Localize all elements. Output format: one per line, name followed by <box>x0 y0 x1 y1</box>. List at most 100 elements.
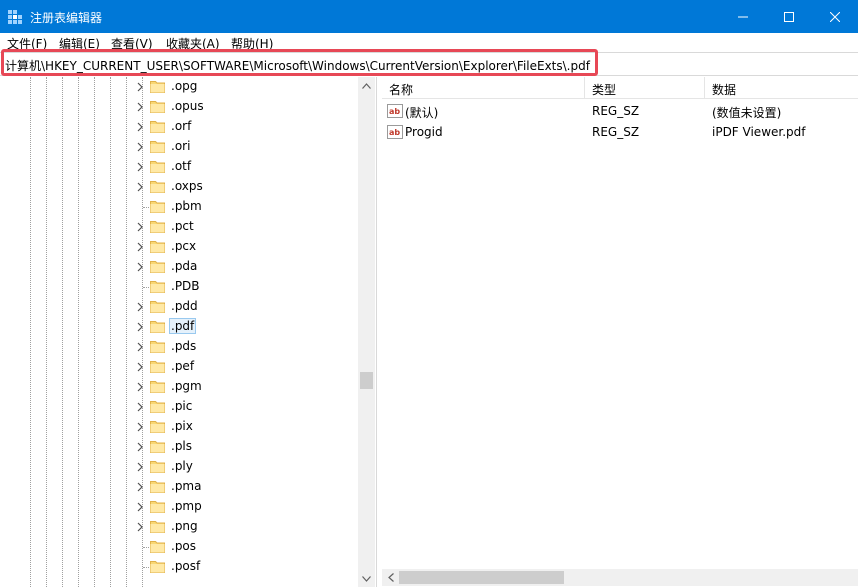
tree-item-label: .otf <box>171 159 192 173</box>
chevron-right-icon[interactable] <box>135 161 145 173</box>
tree-item[interactable]: .pma <box>0 477 358 497</box>
scroll-up-button[interactable] <box>358 77 375 94</box>
chevron-right-icon[interactable] <box>135 381 145 393</box>
tree-item[interactable]: .pls <box>0 437 358 457</box>
tree-item[interactable]: .orf <box>0 117 358 137</box>
values-header: 名称 类型 数据 <box>382 77 858 99</box>
chevron-right-icon[interactable] <box>135 101 145 113</box>
folder-icon <box>150 441 165 453</box>
tree-item[interactable]: .pbm <box>0 197 358 217</box>
scroll-left-button[interactable] <box>382 569 399 586</box>
tree-connector <box>143 287 149 288</box>
tree-item-label: .png <box>171 519 198 533</box>
tree-item[interactable]: .opg <box>0 77 358 97</box>
folder-icon <box>150 241 165 253</box>
tree-item[interactable]: .oxps <box>0 177 358 197</box>
svg-text:ab: ab <box>389 128 400 137</box>
tree-item-label: .oxps <box>171 179 203 193</box>
chevron-right-icon[interactable] <box>135 461 145 473</box>
tree-item-label: .pos <box>171 539 197 553</box>
scroll-thumb[interactable] <box>360 372 373 389</box>
chevron-right-icon[interactable] <box>135 421 145 433</box>
column-header-data[interactable]: 数据 <box>712 81 736 98</box>
value-data: iPDF Viewer.pdf <box>712 125 806 139</box>
chevron-right-icon[interactable] <box>135 521 145 533</box>
chevron-right-icon[interactable] <box>135 241 145 253</box>
close-button[interactable] <box>812 0 858 33</box>
chevron-down-icon <box>362 575 371 582</box>
chevron-right-icon[interactable] <box>135 221 145 233</box>
column-header-name[interactable]: 名称 <box>389 81 413 98</box>
chevron-right-icon[interactable] <box>135 501 145 513</box>
tree-item[interactable]: .pdf <box>0 317 358 337</box>
address-highlight-box <box>1 49 598 76</box>
value-data: (数值未设置) <box>712 106 782 120</box>
column-divider[interactable] <box>704 77 705 99</box>
string-value-icon: ab <box>387 104 403 118</box>
chevron-right-icon[interactable] <box>135 81 145 93</box>
tree-item[interactable]: .otf <box>0 157 358 177</box>
tree-item[interactable]: .pdd <box>0 297 358 317</box>
tree-item[interactable]: .png <box>0 517 358 537</box>
tree-item[interactable]: .pix <box>0 417 358 437</box>
horizontal-scroll-thumb[interactable] <box>399 571 564 584</box>
minimize-icon <box>738 16 748 17</box>
title-bar: 注册表编辑器 <box>0 0 858 33</box>
tree-item[interactable]: .pcx <box>0 237 358 257</box>
folder-icon <box>150 301 165 313</box>
chevron-right-icon[interactable] <box>135 481 145 493</box>
tree-item[interactable]: .pct <box>0 217 358 237</box>
chevron-right-icon[interactable] <box>135 121 145 133</box>
tree-item[interactable]: .PDB <box>0 277 358 297</box>
scroll-down-button[interactable] <box>358 570 375 587</box>
value-name: (默认) <box>405 106 439 120</box>
tree-item[interactable]: .posf <box>0 557 358 577</box>
values-list: 名称 类型 数据 ab (默认) REG_SZ (数值未设置) ab Progid REG_… <box>382 77 858 587</box>
chevron-right-icon[interactable] <box>135 341 145 353</box>
value-name: Progid <box>405 125 443 139</box>
tree-item[interactable]: .pds <box>0 337 358 357</box>
tree-connector <box>143 547 149 548</box>
tree-item[interactable]: .ply <box>0 457 358 477</box>
value-row[interactable]: ab Progid REG_SZ iPDF Viewer.pdf <box>382 122 858 142</box>
tree-item[interactable]: .pmp <box>0 497 358 517</box>
chevron-right-icon[interactable] <box>135 301 145 313</box>
tree-item-label: .pdf <box>169 318 197 334</box>
chevron-right-icon[interactable] <box>135 361 145 373</box>
tree-item[interactable]: .pic <box>0 397 358 417</box>
values-horizontal-scrollbar[interactable] <box>382 569 858 586</box>
chevron-right-icon[interactable] <box>135 401 145 413</box>
column-header-type[interactable]: 类型 <box>592 81 616 98</box>
tree-item[interactable]: .pda <box>0 257 358 277</box>
value-type: REG_SZ <box>592 104 640 118</box>
key-tree: .opg .opus .orf .ori .otf .oxps .pbm .pct .pcx .p… <box>0 77 376 587</box>
svg-text:ab: ab <box>389 107 400 116</box>
maximize-icon <box>784 11 794 22</box>
tree-item[interactable]: .opus <box>0 97 358 117</box>
chevron-right-icon[interactable] <box>135 321 145 333</box>
tree-item-label: .pic <box>171 399 193 413</box>
folder-icon <box>150 81 165 93</box>
column-divider[interactable] <box>584 77 585 99</box>
chevron-right-icon[interactable] <box>135 261 145 273</box>
folder-icon <box>150 161 165 173</box>
value-row[interactable]: ab (默认) REG_SZ (数值未设置) <box>382 101 858 121</box>
tree-connector <box>143 567 149 568</box>
tree-item-label: .opg <box>171 79 198 93</box>
tree-item[interactable]: .pef <box>0 357 358 377</box>
tree-item[interactable]: .pgm <box>0 377 358 397</box>
chevron-up-icon <box>362 82 371 89</box>
chevron-right-icon[interactable] <box>135 441 145 453</box>
folder-icon <box>150 541 165 553</box>
folder-icon <box>150 221 165 233</box>
chevron-right-icon[interactable] <box>135 141 145 153</box>
minimize-button[interactable] <box>720 0 766 33</box>
tree-item-label: .ori <box>171 139 191 153</box>
tree-item[interactable]: .ori <box>0 137 358 157</box>
chevron-right-icon[interactable] <box>135 181 145 193</box>
folder-icon <box>150 321 165 333</box>
tree-item[interactable]: .pos <box>0 537 358 557</box>
maximize-button[interactable] <box>766 0 812 33</box>
tree-vertical-scrollbar[interactable] <box>358 77 375 587</box>
folder-icon <box>150 341 165 353</box>
